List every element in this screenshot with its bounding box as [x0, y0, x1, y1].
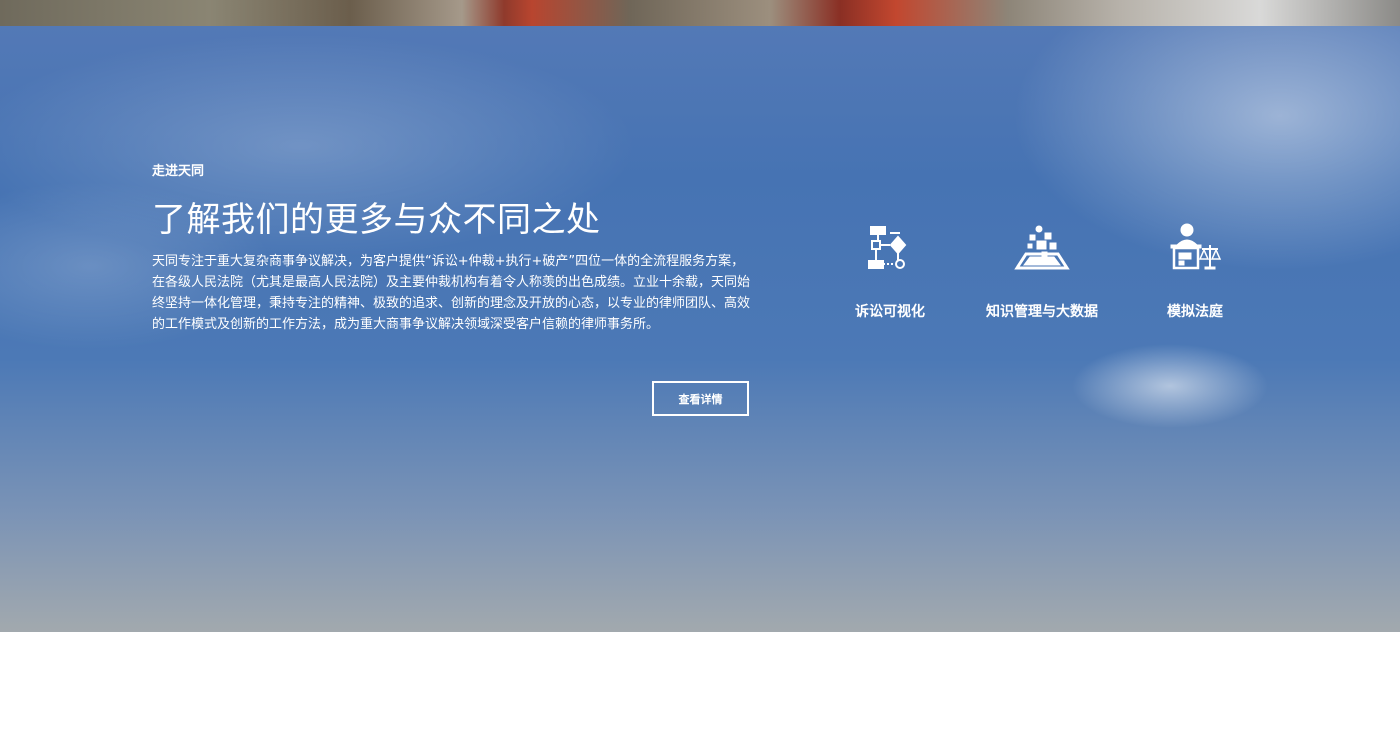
feature-moot-court[interactable]: 模拟法庭: [1120, 221, 1270, 321]
flowchart-icon: [868, 226, 907, 269]
feature-label: 诉讼可视化: [855, 304, 925, 320]
section-headline: 了解我们的更多与众不同之处: [152, 200, 601, 240]
feature-label: 知识管理与大数据: [986, 304, 1098, 320]
section-eyebrow: 走进天同: [152, 164, 205, 179]
section-intro-text: 天同专注于重大复杂商事争议解决，为客户提供“诉讼+仲裁+执行+破产”四位一体的全…: [152, 254, 751, 332]
view-details-button[interactable]: 查看详情: [652, 381, 749, 416]
feature-litigation-visualization[interactable]: 诉讼可视化: [815, 221, 965, 321]
courtroom-judge-icon: [1170, 223, 1222, 270]
data-platform-icon: [1014, 225, 1070, 270]
feature-label: 模拟法庭: [1167, 304, 1223, 320]
about-hero-section: 走进天同 了解我们的更多与众不同之处 天同专注于重大复杂商事争议解决，为客户提供…: [0, 26, 1400, 632]
feature-knowledge-big-data[interactable]: 知识管理与大数据: [967, 221, 1117, 321]
top-banner-image-strip: [0, 0, 1400, 26]
